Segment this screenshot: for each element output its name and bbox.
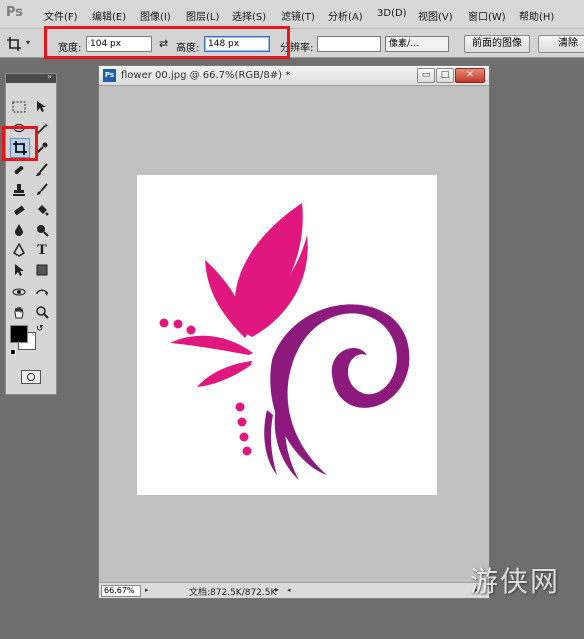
quick-mask-icon[interactable]: [21, 370, 41, 384]
menu-image[interactable]: 图像(I): [140, 8, 171, 23]
preset-dropdown-arrow[interactable]: ▾: [26, 38, 30, 47]
minimize-button[interactable]: ▭: [417, 68, 435, 83]
menu-help[interactable]: 帮助(H): [519, 8, 554, 23]
ps-document-icon: Ps: [103, 69, 116, 82]
document-size-status: 文档:872.5K/872.5K: [189, 588, 277, 598]
zoom-menu-icon[interactable]: ▸: [145, 586, 155, 596]
3d-rotate-icon[interactable]: [9, 282, 29, 302]
menu-filter[interactable]: 滤镜(T): [281, 8, 315, 23]
restore-button[interactable]: □: [436, 68, 454, 83]
type-tool-icon[interactable]: T: [32, 240, 52, 260]
photoshop-logo: Ps: [6, 5, 24, 20]
marquee-tool-icon[interactable]: [9, 97, 29, 117]
canvas-area[interactable]: [99, 87, 489, 582]
shape-tool-icon[interactable]: [32, 260, 52, 280]
path-selection-icon[interactable]: [9, 260, 29, 280]
move-tool-icon[interactable]: [32, 97, 52, 117]
swap-colors-icon[interactable]: ↺: [36, 324, 44, 334]
close-button[interactable]: ✕: [455, 68, 485, 83]
front-image-button[interactable]: 前面的图像: [464, 35, 530, 53]
flower-image[interactable]: [137, 175, 437, 495]
menu-select[interactable]: 选择(S): [232, 8, 266, 23]
eraser-tool-icon[interactable]: [9, 200, 29, 220]
foreground-color-swatch[interactable]: [10, 325, 28, 343]
resolution-unit-select[interactable]: 像素/...: [385, 36, 449, 52]
document-title: flower 00.jpg @ 66.7%(RGB/8#) *: [121, 70, 291, 81]
status-menu-arrow-icon[interactable]: ▸: [275, 585, 279, 594]
paint-bucket-icon[interactable]: [32, 200, 52, 220]
toolbox-panel: » T ↺: [5, 72, 57, 395]
flower-artwork: [159, 203, 410, 480]
zoom-level-field[interactable]: 66.67%: [101, 585, 141, 597]
menu-window[interactable]: 窗口(W): [468, 8, 506, 23]
menu-edit[interactable]: 编辑(E): [92, 8, 126, 23]
menu-analysis[interactable]: 分析(A): [328, 8, 363, 23]
dodge-tool-icon[interactable]: [32, 220, 52, 240]
default-colors-icon[interactable]: [10, 349, 16, 355]
menu-bar: Ps 文件(F) 编辑(E) 图像(I) 图层(L) 选择(S) 滤镜(T) 分…: [0, 0, 584, 28]
history-brush-icon[interactable]: [32, 180, 52, 200]
pen-tool-icon[interactable]: [9, 240, 29, 260]
blur-tool-icon[interactable]: [9, 220, 29, 240]
resolution-label: 分辨率:: [280, 43, 314, 54]
height-label: 高度:: [176, 43, 200, 54]
healing-brush-icon[interactable]: [9, 160, 29, 180]
width-field[interactable]: 104 px: [86, 36, 152, 52]
document-status-bar: 66.67% ▸ 文档:872.5K/872.5K ▸ ◂ ▸: [99, 582, 489, 598]
brush-tool-icon[interactable]: [32, 160, 52, 180]
menu-view[interactable]: 视图(V): [418, 8, 453, 23]
toolbox-header[interactable]: »: [6, 72, 56, 83]
resolution-field[interactable]: [317, 36, 381, 52]
zoom-tool-icon[interactable]: [32, 302, 52, 322]
crop-tool-icon[interactable]: [10, 138, 30, 158]
eyedropper-tool-icon[interactable]: [32, 138, 52, 158]
magic-wand-icon[interactable]: [32, 119, 52, 139]
3d-orbit-icon[interactable]: [32, 282, 52, 302]
options-bar: ▾ 宽度: 104 px ⇄ 高度: 148 px 分辨率: 像素/... 前面…: [0, 28, 584, 58]
document-titlebar[interactable]: Ps flower 00.jpg @ 66.7%(RGB/8#) * ▭ □ ✕: [99, 66, 489, 86]
menu-3d[interactable]: 3D(D): [377, 8, 407, 19]
collapse-icon[interactable]: »: [47, 72, 52, 81]
menu-file[interactable]: 文件(F): [44, 8, 78, 23]
height-field[interactable]: 148 px: [204, 36, 270, 52]
watermark-logo: 游侠网: [470, 565, 561, 598]
width-label: 宽度:: [58, 43, 82, 54]
document-window: Ps flower 00.jpg @ 66.7%(RGB/8#) * ▭ □ ✕: [98, 65, 490, 599]
menu-layer[interactable]: 图层(L): [186, 8, 219, 23]
hand-tool-icon[interactable]: [9, 302, 29, 322]
lasso-tool-icon[interactable]: [9, 119, 29, 139]
scroll-left-icon[interactable]: ◂: [287, 586, 297, 596]
clear-button[interactable]: 清除: [538, 35, 584, 53]
swap-arrows-icon[interactable]: ⇄: [159, 37, 168, 50]
clone-stamp-icon[interactable]: [9, 180, 29, 200]
crop-tool-preset-icon[interactable]: [4, 34, 24, 54]
